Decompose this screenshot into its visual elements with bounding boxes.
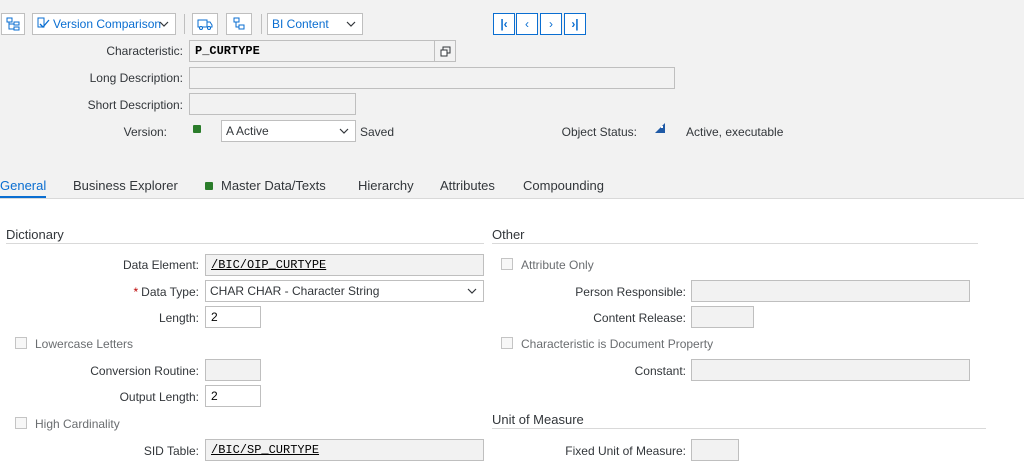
dictionary-title: Dictionary <box>6 227 64 242</box>
length-field[interactable]: 2 <box>205 306 261 328</box>
chevron-down-icon <box>339 128 349 134</box>
document-property-checkbox[interactable] <box>501 337 513 349</box>
hierarchy-icon <box>6 17 20 31</box>
version-label: Version: <box>123 125 167 139</box>
data-type-label-text: Data Type: <box>141 285 199 299</box>
sid-table-field[interactable]: /BIC/SP_CURTYPE <box>205 439 484 461</box>
bi-content-label: BI Content <box>272 17 329 31</box>
attribute-only-label: Attribute Only <box>521 258 594 272</box>
active-executable-icon <box>655 123 665 133</box>
compare-icon <box>37 17 50 28</box>
version-value: A Active <box>226 124 269 138</box>
sid-table-label: SID Table: <box>143 444 199 458</box>
object-status-label: Object Status: <box>561 125 637 139</box>
lowercase-checkbox[interactable] <box>15 337 27 349</box>
tab-attributes[interactable]: Attributes <box>440 178 495 193</box>
version-dropdown[interactable]: A Active <box>221 120 356 142</box>
constant-label: Constant: <box>634 364 686 378</box>
chevron-down-icon <box>467 288 477 294</box>
characteristic-value: P_CURTYPE <box>195 44 260 58</box>
length-value: 2 <box>211 310 218 324</box>
chevron-down-icon <box>159 21 169 27</box>
master-data-status-icon <box>205 182 213 190</box>
dictionary-divider <box>6 243 484 244</box>
tab-general[interactable]: General <box>0 178 46 193</box>
version-comparison-label: Version Comparison <box>53 17 162 31</box>
bi-content-dropdown[interactable]: BI Content <box>267 13 363 35</box>
version-state: Saved <box>360 125 395 139</box>
output-length-value: 2 <box>211 389 218 403</box>
sid-table-value: /BIC/SP_CURTYPE <box>211 443 320 457</box>
data-type-dropdown[interactable]: CHAR CHAR - Character String <box>205 280 484 302</box>
fixed-unit-field[interactable] <box>691 439 739 461</box>
where-used-icon <box>233 17 245 30</box>
data-element-label: Data Element: <box>122 258 199 272</box>
chevron-left-icon: ‹ <box>525 17 529 31</box>
tab-general-underline <box>0 196 46 198</box>
version-comparison-dropdown[interactable]: Version Comparison <box>32 13 176 35</box>
toolbar-separator <box>184 14 185 34</box>
required-marker: * <box>133 285 139 299</box>
long-description-field[interactable] <box>189 67 675 89</box>
other-title: Other <box>492 227 525 242</box>
short-description-field[interactable] <box>189 93 356 115</box>
high-cardinality-checkbox[interactable] <box>15 417 27 429</box>
tab-hierarchy[interactable]: Hierarchy <box>358 178 414 193</box>
data-element-value: /BIC/OIP_CURTYPE <box>211 258 327 272</box>
other-divider <box>492 243 978 244</box>
unit-of-measure-divider <box>492 428 986 429</box>
data-type-label: * Data Type: <box>134 285 200 299</box>
data-element-field[interactable]: /BIC/OIP_CURTYPE <box>205 254 484 276</box>
open-window-button[interactable] <box>434 41 456 61</box>
characteristic-label: Characteristic: <box>106 44 183 58</box>
content-release-field[interactable] <box>691 306 754 328</box>
last-icon: ›| <box>571 17 579 31</box>
data-type-value: CHAR CHAR - Character String <box>210 284 380 298</box>
constant-field[interactable] <box>691 359 970 381</box>
long-description-label: Long Description: <box>89 71 183 85</box>
open-window-icon <box>440 46 451 56</box>
first-button[interactable]: |‹ <box>493 13 515 35</box>
content-release-label: Content Release: <box>593 311 686 325</box>
lowercase-label: Lowercase Letters <box>35 337 134 351</box>
next-button[interactable]: › <box>540 13 562 35</box>
tab-master-data-texts[interactable]: Master Data/Texts <box>221 178 326 193</box>
display-change-button[interactable] <box>1 13 25 35</box>
conversion-routine-label: Conversion Routine: <box>90 364 199 378</box>
output-length-field[interactable]: 2 <box>205 385 261 407</box>
unit-of-measure-title: Unit of Measure <box>492 412 584 427</box>
version-status-icon <box>193 125 201 133</box>
fixed-unit-label: Fixed Unit of Measure: <box>565 444 686 458</box>
chevron-down-icon <box>346 21 356 27</box>
toolbar-separator-2 <box>261 14 262 34</box>
tab-business-explorer[interactable]: Business Explorer <box>73 178 178 193</box>
chevron-right-icon: › <box>549 17 553 31</box>
conversion-routine-field[interactable] <box>205 359 261 381</box>
high-cardinality-label: High Cardinality <box>35 417 120 431</box>
output-length-label: Output Length: <box>119 390 199 404</box>
document-property-label: Characteristic is Document Property <box>521 337 714 351</box>
length-label: Length: <box>158 311 199 325</box>
truck-icon <box>197 19 213 30</box>
short-description-label: Short Description: <box>87 98 183 112</box>
object-status-value: Active, executable <box>686 125 784 139</box>
person-responsible-label: Person Responsible: <box>575 285 686 299</box>
person-responsible-field[interactable] <box>691 280 970 302</box>
where-used-button[interactable] <box>226 13 252 35</box>
first-icon: |‹ <box>500 17 508 31</box>
tab-compounding[interactable]: Compounding <box>523 178 604 193</box>
transport-button[interactable] <box>192 13 218 35</box>
attribute-only-checkbox[interactable] <box>501 258 513 270</box>
last-button[interactable]: ›| <box>564 13 586 35</box>
previous-button[interactable]: ‹ <box>516 13 538 35</box>
characteristic-field: P_CURTYPE <box>189 40 456 62</box>
